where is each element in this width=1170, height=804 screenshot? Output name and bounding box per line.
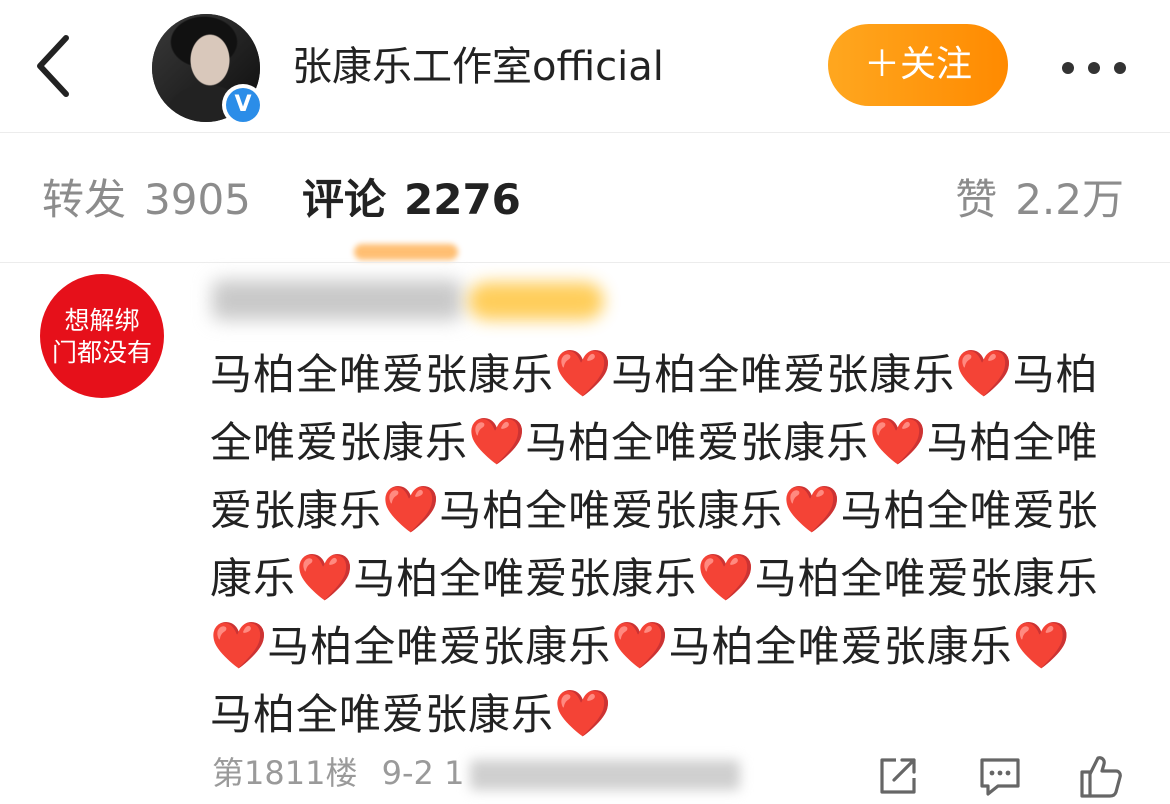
tab-likes[interactable]: 赞 2.2万	[955, 170, 1124, 230]
comment-text-segment: 马柏全唯爱张康乐	[353, 554, 698, 603]
comment-text-segment: 马柏全唯爱张康乐	[611, 350, 956, 399]
heart-icon: ❤️	[783, 482, 841, 536]
heart-icon: ❤️	[869, 414, 927, 468]
tab-likes-count: 2.2万	[1015, 175, 1124, 224]
more-dots-icon	[1062, 62, 1074, 74]
tab-active-indicator	[354, 244, 458, 260]
member-badge-blurred	[468, 282, 604, 320]
reply-button[interactable]	[976, 752, 1024, 800]
comment-text: 马柏全唯爱张康乐❤️马柏全唯爱张康乐❤️马柏全唯爱张康乐❤️马柏全唯爱张康乐❤️…	[210, 340, 1110, 748]
meta-blurred	[470, 760, 741, 790]
commenter-avatar[interactable]: 想解绑 门都没有	[40, 274, 164, 398]
thumbs-up-icon	[1080, 756, 1122, 798]
heart-icon: ❤️	[955, 346, 1013, 400]
like-button[interactable]	[1076, 752, 1124, 800]
comment-text-segment: 马柏全唯爱张康乐	[668, 622, 1013, 671]
comment-floor: 第1811楼	[212, 754, 358, 792]
heart-icon: ❤️	[554, 346, 612, 400]
verified-badge: V	[222, 84, 264, 126]
comment-icon	[980, 758, 1020, 796]
tab-comments-count: 2276	[404, 175, 521, 224]
more-dot	[1088, 62, 1100, 74]
avatar-text-line2: 门都没有	[51, 338, 152, 367]
tabs-divider	[0, 262, 1170, 263]
heart-icon: ❤️	[554, 686, 612, 740]
comment-text-segment: 马柏全唯爱张康乐	[210, 690, 555, 739]
chevron-left-icon	[37, 35, 69, 97]
comment-text-segment: 马柏全唯爱张康乐	[210, 350, 555, 399]
heart-icon: ❤️	[611, 618, 669, 672]
comment-text-segment: 马柏全唯爱张康乐	[439, 486, 784, 535]
more-dot	[1114, 62, 1126, 74]
comment-meta: 第1811楼 9-2 1	[212, 748, 741, 798]
comment-text-segment: 马柏全唯爱张康乐	[754, 554, 1099, 603]
comment-date: 9-2 1	[381, 754, 465, 792]
header-bar: V 张康乐工作室official ＋关注	[0, 0, 1170, 132]
heart-icon: ❤️	[697, 550, 755, 604]
heart-icon: ❤️	[296, 550, 354, 604]
comment-text-segment: 马柏全唯爱张康乐	[525, 418, 870, 467]
commenter-username-blurred[interactable]	[212, 280, 462, 320]
back-button[interactable]	[28, 32, 80, 100]
tab-repost-label: 转发	[42, 175, 127, 224]
heart-icon: ❤️	[468, 414, 526, 468]
heart-icon: ❤️	[1012, 618, 1070, 672]
more-button[interactable]	[1058, 44, 1130, 88]
account-name[interactable]: 张康乐工作室official	[292, 40, 664, 94]
comment-text-segment: 马柏全唯爱张康乐	[267, 622, 612, 671]
tab-repost-count: 3905	[144, 175, 251, 224]
tab-comments[interactable]: 评论 2276	[302, 170, 521, 230]
tab-comments-label: 评论	[302, 175, 387, 224]
share-button[interactable]	[874, 752, 922, 800]
avatar-text-line1: 想解绑	[64, 306, 140, 335]
tab-repost[interactable]: 转发 3905	[42, 170, 251, 230]
follow-button[interactable]: ＋关注	[828, 24, 1008, 106]
share-icon	[880, 758, 916, 794]
verified-icon: V	[226, 88, 260, 122]
heart-icon: ❤️	[382, 482, 440, 536]
heart-icon: ❤️	[210, 618, 268, 672]
header-divider	[0, 132, 1170, 133]
tab-likes-label: 赞	[955, 175, 998, 224]
